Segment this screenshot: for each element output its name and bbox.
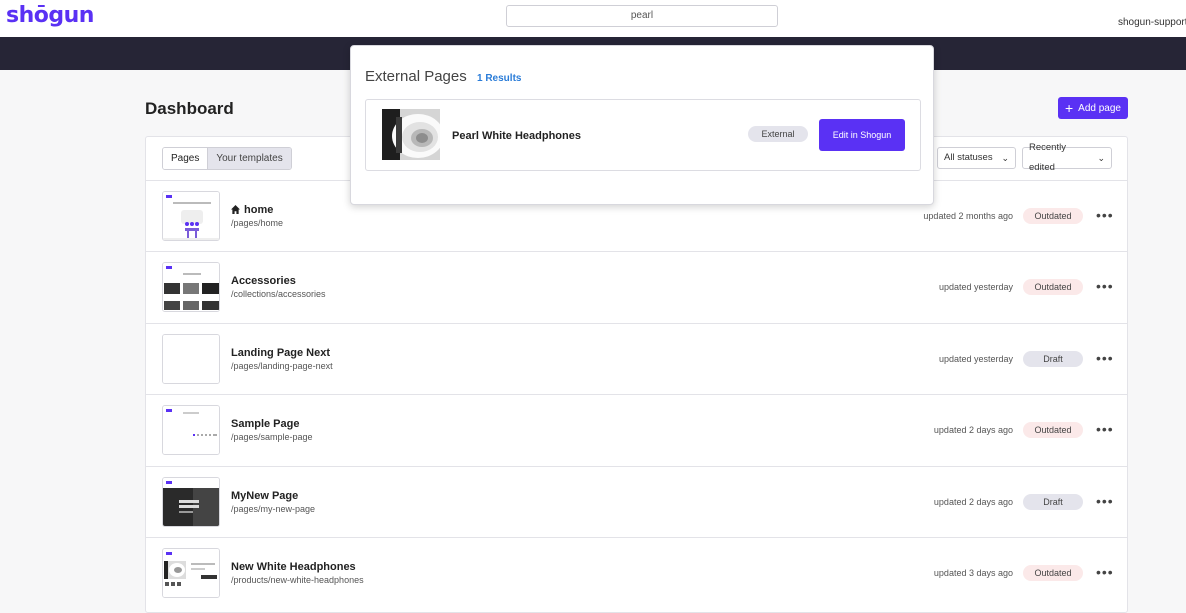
more-options-icon[interactable]: ••• <box>1096 421 1114 437</box>
page-thumbnail[interactable] <box>162 476 220 527</box>
status-badge: Draft <box>1023 350 1083 367</box>
updated-time: updated 2 days ago <box>933 425 1013 436</box>
more-options-icon[interactable]: ••• <box>1096 350 1114 366</box>
page-name: Landing Page Next <box>231 346 331 359</box>
page-path: /pages/sample-page <box>231 432 313 443</box>
more-options-icon[interactable]: ••• <box>1096 493 1114 509</box>
add-page-label: Add page <box>1078 102 1121 114</box>
status-badge: Outdated <box>1023 208 1083 224</box>
page-title-link[interactable]: Landing Page Next <box>231 347 330 359</box>
page-thumbnail[interactable] <box>162 333 220 384</box>
page-row[interactable]: Accessories/collections/accessories updat… <box>146 251 1127 322</box>
edit-in-shogun-button[interactable]: Edit in Shogun <box>819 119 905 151</box>
page-thumbnail[interactable] <box>162 405 220 456</box>
page-path: /collections/accessories <box>231 289 326 300</box>
page-path: /pages/my-new-page <box>231 503 316 514</box>
sort-select[interactable]: Recently edited ⌄ <box>1022 142 1112 173</box>
pages-list: home/pages/home updated 2 months ago Outda… <box>146 180 1127 608</box>
page-path: /products/new-white-headphones <box>231 574 364 585</box>
page-title-link[interactable]: New White Headphones <box>231 561 356 573</box>
more-options-icon[interactable]: ••• <box>1096 207 1114 223</box>
chevron-down-icon: ⌄ <box>1097 153 1105 163</box>
more-options-icon[interactable]: ••• <box>1096 564 1114 580</box>
page-path: /pages/landing-page-next <box>231 360 333 371</box>
page-thumbnail[interactable] <box>162 262 220 313</box>
pages-panel: Pages Your templates All statuses ⌄ Rece… <box>145 136 1128 613</box>
headphones-thumbnail <box>382 109 440 160</box>
chevron-down-icon: ⌄ <box>1001 153 1009 163</box>
updated-time: updated 2 days ago <box>933 496 1013 507</box>
status-filter-select[interactable]: All statuses ⌄ <box>937 147 1016 169</box>
popup-title: External Pages <box>365 68 467 85</box>
page-row[interactable]: MyNew Page/pages/my-new-page updated 2 da… <box>146 465 1127 537</box>
page-row[interactable]: Landing Page Next/pages/landing-page-nex… <box>146 322 1127 394</box>
page-name: MyNew Page <box>231 489 299 502</box>
shogun-logo[interactable]: shōgun <box>6 3 94 28</box>
page-path: /pages/home <box>231 218 284 228</box>
account-menu[interactable]: shogun-support. <box>1118 17 1186 28</box>
page-name: home <box>244 204 274 216</box>
status-filter-value: All statuses <box>944 152 993 163</box>
search-result-item[interactable]: Pearl White Headphones External Edit in … <box>365 99 921 171</box>
search-results-popup: External Pages 1 Results Pearl White Hea… <box>350 45 934 205</box>
updated-time: updated yesterday <box>938 282 1013 293</box>
status-badge: Draft <box>1023 493 1083 510</box>
tab-your-templates[interactable]: Your templates <box>208 148 291 169</box>
status-badge: Outdated <box>1023 564 1083 581</box>
page-thumbnail[interactable] <box>162 191 220 241</box>
home-icon <box>231 205 240 217</box>
page-title-link[interactable]: MyNew Page <box>231 490 298 502</box>
page-name: Accessories <box>231 275 296 288</box>
page-tabs: Pages Your templates <box>162 147 292 170</box>
page-name: New White Headphones <box>231 560 356 573</box>
tab-pages[interactable]: Pages <box>163 148 209 169</box>
results-count: 1 Results <box>477 73 522 84</box>
page-thumbnail[interactable] <box>162 547 220 598</box>
search-input[interactable]: pearl <box>506 5 778 27</box>
page-row[interactable]: Sample Page/pages/sample-page updated 2 d… <box>146 394 1127 465</box>
page-name: Sample Page <box>231 418 300 431</box>
top-bar: shōgun pearl shogun-support. <box>0 0 1186 37</box>
page-title: Dashboard <box>145 99 234 118</box>
sort-value: Recently edited <box>1029 142 1066 173</box>
page-title-link[interactable]: Accessories <box>231 275 296 287</box>
plus-icon: + <box>1064 100 1074 116</box>
status-badge: Outdated <box>1023 279 1083 296</box>
updated-time: updated 3 days ago <box>933 567 1013 578</box>
add-page-button[interactable]: + Add page <box>1058 97 1128 119</box>
external-badge: External <box>748 126 808 142</box>
result-name: Pearl White Headphones <box>452 130 581 142</box>
page-row[interactable]: New White Headphones/products/new-white-… <box>146 536 1127 608</box>
updated-time: updated 2 months ago <box>923 211 1013 221</box>
more-options-icon[interactable]: ••• <box>1096 278 1114 294</box>
page-title-link[interactable]: home <box>231 204 273 217</box>
page-title-link[interactable]: Sample Page <box>231 418 299 430</box>
status-badge: Outdated <box>1023 422 1083 439</box>
updated-time: updated yesterday <box>938 353 1013 364</box>
